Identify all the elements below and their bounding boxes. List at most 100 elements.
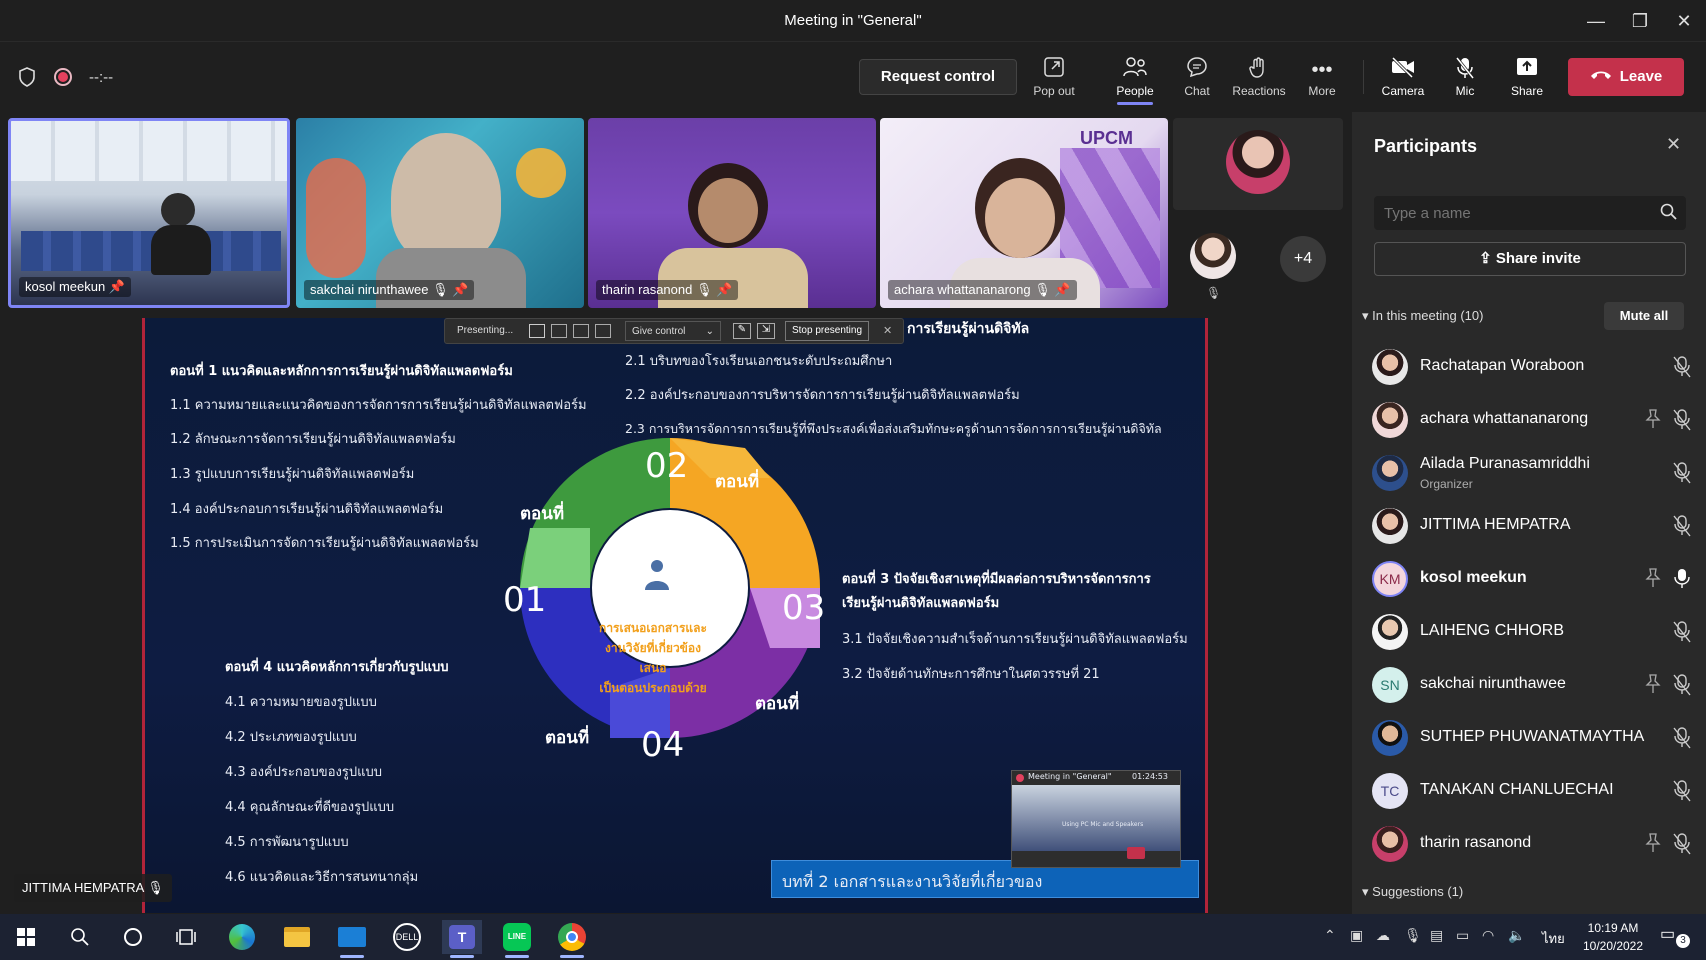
screen-icon[interactable] [529,324,545,338]
pip-preview: Meeting in "General" 01:24:53 Using PC M… [1011,770,1181,868]
volume-icon[interactable]: 🔈 [1508,927,1525,944]
participant-row[interactable]: tharin rasanond [1372,820,1692,868]
share-invite-button[interactable]: ⇪ Share invite [1374,242,1686,276]
toolbar-divider [1363,60,1364,94]
participant-row[interactable]: KM kosol meekun [1372,555,1692,603]
wifi-icon[interactable]: ◠ [1482,927,1494,944]
clock[interactable]: 10:19 AM 10/20/2022 [1580,919,1646,955]
request-control-button[interactable]: Request control [859,59,1017,95]
battery-icon[interactable]: ▭ [1456,927,1469,944]
windows-start-icon[interactable] [6,920,46,954]
leave-button[interactable]: Leave [1568,58,1684,96]
stop-presenting-button[interactable]: Stop presenting [785,321,869,341]
participant-row[interactable]: JITTIMA HEMPATRA [1372,502,1692,550]
annotate-icon[interactable]: ✎ [733,323,751,339]
shield-icon[interactable] [18,67,36,87]
line-app-icon[interactable]: LINE [497,920,537,958]
more-button[interactable]: ••• More [1292,56,1352,98]
pin-icon[interactable] [1644,567,1662,589]
search-field[interactable] [1384,203,1644,223]
cortana-icon[interactable] [113,920,153,954]
participant-row[interactable]: Rachatapan Woraboon [1372,343,1692,391]
tray-overflow-icon[interactable]: ⌃ [1324,927,1336,944]
participant-name: sakchai nirunthawee [1420,675,1566,692]
slide-item: 4.6 แนวคิดและวิธีการสนทนากลุ่ม [225,870,419,885]
notification-icon: ▭ [1660,926,1676,943]
avatar [1372,508,1408,544]
pin-icon[interactable] [1644,832,1662,854]
camera-button[interactable]: Camera [1373,56,1433,98]
search-icon[interactable] [60,920,100,954]
mic-button[interactable]: Mic [1435,56,1495,98]
participant-row[interactable]: TC TANAKAN CHANLUECHAI [1372,767,1692,815]
meet-now-icon[interactable]: ▣ [1350,927,1363,944]
participant-row[interactable]: SUTHEP PHUWANATMAYTHA [1372,714,1692,762]
share-tray-icon [1497,56,1557,84]
search-input[interactable] [1374,196,1686,230]
pin-icon: 📌 [716,282,733,297]
video-background [11,121,287,181]
person-silhouette [151,225,211,275]
video-name-label: sakchai nirunthawee 🎙 📌 [304,280,475,300]
minimize-button[interactable]: — [1582,8,1610,34]
in-meeting-label: In this meeting (10) [1372,308,1484,323]
pin-icon[interactable] [1644,408,1662,430]
mute-all-button[interactable]: Mute all [1604,302,1684,330]
in-meeting-section-header[interactable]: ▾ In this meeting (10) [1362,308,1483,324]
video-tile[interactable]: tharin rasanond 🎙 📌 [588,118,876,308]
notifications-button[interactable]: ▭ 3 [1660,924,1694,950]
video-tile-audio[interactable] [1173,118,1343,210]
close-window-button[interactable]: ✕ [1670,8,1698,34]
chrome-icon[interactable] [552,920,592,958]
video-name-label: achara whattananarong 🎙 📌 [888,280,1077,300]
task-view-icon[interactable] [166,920,206,954]
pip-timer: 01:24:53 [1132,772,1168,781]
close-panel-button[interactable]: ✕ [1666,134,1681,155]
screen-icon[interactable] [595,324,611,338]
tray-app-icon[interactable]: ▤ [1430,927,1443,944]
participant-name: tharin rasanond [1420,834,1532,851]
participant-row[interactable]: SN sakchai nirunthawee [1372,661,1692,709]
camera-label: Camera [1381,84,1425,98]
video-tile[interactable]: sakchai nirunthawee 🎙 📌 [296,118,584,308]
slide-item: 1.3 รูปแบบการเรียนรู้ผ่านดิจิทัลแพลตฟอร์… [170,467,415,482]
close-icon[interactable]: ✕ [883,324,892,337]
raise-hand-icon [1229,56,1289,84]
overflow-participants-button[interactable]: +4 [1280,236,1326,282]
screen-icon[interactable] [573,324,589,338]
wheel-number: 04 [641,725,685,765]
mic-off-icon [1672,408,1692,432]
participant-name: Rachatapan Woraboon [1420,357,1585,374]
pointer-icon[interactable]: ⇲ [757,323,775,339]
reactions-button[interactable]: Reactions [1229,56,1289,98]
give-control-dropdown[interactable]: Give control ⌄ [625,321,721,341]
pop-out-button[interactable]: Pop out [1024,56,1084,98]
mail-icon[interactable] [332,920,372,958]
participant-row[interactable]: LAIHENG CHHORB [1372,608,1692,656]
chat-button[interactable]: Chat [1167,56,1227,98]
teams-icon[interactable]: T [442,920,482,958]
avatar [1372,614,1408,650]
file-explorer-icon[interactable] [277,920,317,954]
pin-icon[interactable] [1644,673,1662,695]
video-tile[interactable]: UPCM achara whattananarong 🎙 📌 [880,118,1168,308]
microphone-icon[interactable]: 🎙 [1404,927,1422,944]
avatar-initials: TC [1372,773,1408,809]
edge-browser-icon[interactable] [222,920,262,954]
participant-row[interactable]: achara whattananarong [1372,396,1692,444]
avatar[interactable] [1190,233,1236,279]
video-background [306,158,366,278]
restore-button[interactable]: ❐ [1626,8,1654,34]
pip-video [1012,785,1180,851]
dell-icon[interactable]: DELL [387,920,427,954]
slide-item: 1.5 การประเมินการจัดการเรียนรู้ผ่านดิจิท… [170,536,479,551]
people-button[interactable]: People [1105,56,1165,105]
video-tile[interactable]: kosol meekun 📌 [8,118,290,308]
participant-row[interactable]: Ailada Puranasamriddhi Organizer [1372,449,1692,497]
suggestions-section-header[interactable]: ▾ Suggestions (1) [1362,884,1463,900]
onedrive-icon[interactable]: ☁ [1376,927,1390,944]
logo: UPCM [1080,128,1133,148]
screen-icon[interactable] [551,324,567,338]
input-language[interactable]: ไทย [1542,928,1565,949]
share-button[interactable]: Share [1497,56,1557,98]
